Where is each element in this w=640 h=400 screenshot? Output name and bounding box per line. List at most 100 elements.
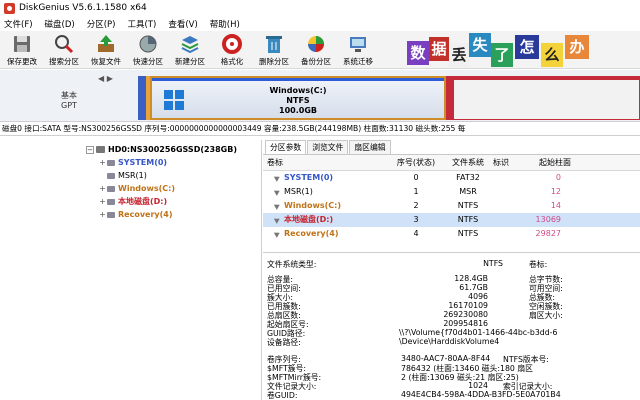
header-id[interactable]: 标识 xyxy=(491,155,511,171)
delete-partition-button[interactable]: 删除分区 xyxy=(254,33,294,67)
save-button[interactable]: 保存更改 xyxy=(2,33,42,67)
menu-disk[interactable]: 磁盘(D) xyxy=(45,18,75,30)
row-label: 本地磁盘(D:) xyxy=(284,215,334,224)
detail-label: 卷GUID: xyxy=(267,391,298,400)
backup-partition-label: 备份分区 xyxy=(301,57,331,66)
partition-details: 文件系统类型: NTFS 卷标: 总容量: 128.4GB 总字节数: 已用空间… xyxy=(263,252,640,400)
detail-value: 3480-AAC7-80AA-8F44 xyxy=(401,354,491,363)
promo-banner[interactable]: 数 据 丢 失 了 怎 么 办 xyxy=(405,31,640,69)
row-fs: NTFS xyxy=(457,229,479,238)
row-pointer-icon xyxy=(273,201,282,210)
tree-item-label: MSR(1) xyxy=(118,171,147,180)
row-pointer-icon xyxy=(273,229,282,238)
table-header: 卷标 序号(状态) 文件系统 标识 起始柱面 xyxy=(263,155,640,171)
hard-disk-icon xyxy=(96,146,105,153)
banner-char: 丢 xyxy=(449,43,469,67)
disk-style-label: GPT xyxy=(61,101,77,110)
table-row-selected[interactable]: 本地磁盘(D:) 3 NTFS 13069 xyxy=(263,213,640,227)
system-migrate-icon xyxy=(350,37,366,52)
tree-item-windows[interactable]: + Windows(C:) xyxy=(98,182,175,195)
banner-char: 么 xyxy=(541,43,563,67)
menu-partition[interactable]: 分区(P) xyxy=(87,18,116,30)
table-row[interactable]: Windows(C:) 2 NTFS 14 xyxy=(263,199,640,213)
table-row[interactable]: MSR(1) 1 MSR 12 xyxy=(263,185,640,199)
row-start: 14 xyxy=(550,201,561,210)
row-label: Recovery(4) xyxy=(284,229,339,238)
tree-item-system[interactable]: + SYSTEM(0) xyxy=(98,156,167,169)
partition-icon xyxy=(107,185,115,192)
collapse-icon[interactable]: − xyxy=(86,145,94,154)
menu-help[interactable]: 帮助(H) xyxy=(210,18,240,30)
tab-browse-files[interactable]: 浏览文件 xyxy=(307,140,349,154)
tree-item-msr[interactable]: MSR(1) xyxy=(98,169,147,182)
table-row[interactable]: Recovery(4) 4 NTFS 29827 xyxy=(263,227,640,241)
expand-icon[interactable]: + xyxy=(98,195,107,208)
search-partition-button[interactable]: 搜索分区 xyxy=(44,33,84,67)
row-start: 12 xyxy=(550,187,561,196)
banner-char: 了 xyxy=(491,43,513,67)
system-migrate-label: 系统迁移 xyxy=(343,57,373,66)
save-button-label: 保存更改 xyxy=(7,57,37,66)
detail-value: 494E4CB4-598A-4DDA-B3FD-5E0A701B4 xyxy=(401,390,561,399)
detail-value: 1024 xyxy=(468,381,488,390)
partition-icon xyxy=(107,198,115,205)
row-seq: 4 xyxy=(413,229,419,238)
banner-char: 数 xyxy=(407,41,429,65)
partition-usage-bar xyxy=(454,77,639,80)
backup-partition-icon xyxy=(308,36,324,52)
row-start: 13069 xyxy=(535,215,561,224)
disk-tree: − HD0:NS300256GSSD(238GB) + SYSTEM(0) MSR(… xyxy=(80,140,262,400)
partition-block-data-body[interactable] xyxy=(454,76,640,120)
quick-partition-icon xyxy=(139,35,157,53)
row-label: MSR(1) xyxy=(284,187,313,196)
disk-nav-arrows[interactable]: ◀ ▶ xyxy=(98,74,113,83)
expand-icon[interactable]: + xyxy=(98,182,107,195)
partition-table: 卷标 序号(状态) 文件系统 标识 起始柱面 SYSTEM(0) 0 FAT32… xyxy=(263,154,640,241)
header-seq[interactable]: 序号(状态) xyxy=(391,155,441,171)
new-partition-button[interactable]: 新建分区 xyxy=(170,33,210,67)
detail-value: 209954816 xyxy=(443,319,488,328)
expand-icon[interactable]: + xyxy=(98,208,107,221)
header-fs[interactable]: 文件系统 xyxy=(443,155,493,171)
menu-tools[interactable]: 工具(T) xyxy=(127,18,156,30)
recover-file-button[interactable]: 恢复文件 xyxy=(86,33,126,67)
recover-file-icon xyxy=(98,35,114,52)
detail-label: 设备路径: xyxy=(267,338,301,347)
row-seq: 3 xyxy=(413,215,419,224)
format-button[interactable]: 格式化 xyxy=(212,33,252,67)
detail-value: \\?\Volume{f70d4b01-1466-44bc-b3dd-6 xyxy=(399,328,558,337)
backup-partition-button[interactable]: 备份分区 xyxy=(296,33,336,67)
row-seq: 2 xyxy=(413,201,419,210)
row-fs: NTFS xyxy=(457,215,479,224)
partition-block-system[interactable] xyxy=(138,76,146,120)
tree-item-label: 本地磁盘(D:) xyxy=(118,197,168,206)
quick-partition-button[interactable]: 快速分区 xyxy=(128,33,168,67)
partition-block-data[interactable] xyxy=(446,76,454,120)
partition-icon xyxy=(107,172,115,179)
menu-file[interactable]: 文件(F) xyxy=(4,18,33,30)
partition-name: Windows(C:) xyxy=(269,86,327,95)
header-start-cyl[interactable]: 起始柱面 xyxy=(521,155,571,171)
tree-item-data[interactable]: + 本地磁盘(D:) xyxy=(98,195,167,208)
disk-type-label: 基本 xyxy=(61,91,77,100)
tab-partition-params[interactable]: 分区参数 xyxy=(265,140,307,154)
row-fs: NTFS xyxy=(457,201,479,210)
row-fs: MSR xyxy=(459,187,477,196)
menu-view[interactable]: 查看(V) xyxy=(168,18,197,30)
tree-item-label: Windows(C:) xyxy=(118,184,176,193)
disk-info-bar: 磁盘0 接口:SATA 型号:NS300256GSSD 序列号:00000000… xyxy=(0,122,640,136)
partition-icon xyxy=(107,211,115,218)
tree-item-recovery[interactable]: + Recovery(4) xyxy=(98,208,172,221)
row-pointer-icon xyxy=(273,187,282,196)
tree-disk-node[interactable]: − HD0:NS300256GSSD(238GB) xyxy=(86,143,237,156)
partition-block-windows[interactable]: Windows(C:) NTFS 100.0GB xyxy=(150,76,446,120)
header-label[interactable]: 卷标 xyxy=(267,155,283,171)
tree-item-label: SYSTEM(0) xyxy=(118,158,168,167)
format-label: 格式化 xyxy=(220,57,244,66)
expand-icon[interactable]: + xyxy=(98,156,107,169)
tab-sector-editor[interactable]: 扇区编辑 xyxy=(349,140,391,154)
partition-usage-bar xyxy=(152,78,444,81)
system-migrate-button[interactable]: 系统迁移 xyxy=(338,33,378,67)
recover-file-label: 恢复文件 xyxy=(91,57,121,66)
table-row[interactable]: SYSTEM(0) 0 FAT32 0 xyxy=(263,171,640,185)
